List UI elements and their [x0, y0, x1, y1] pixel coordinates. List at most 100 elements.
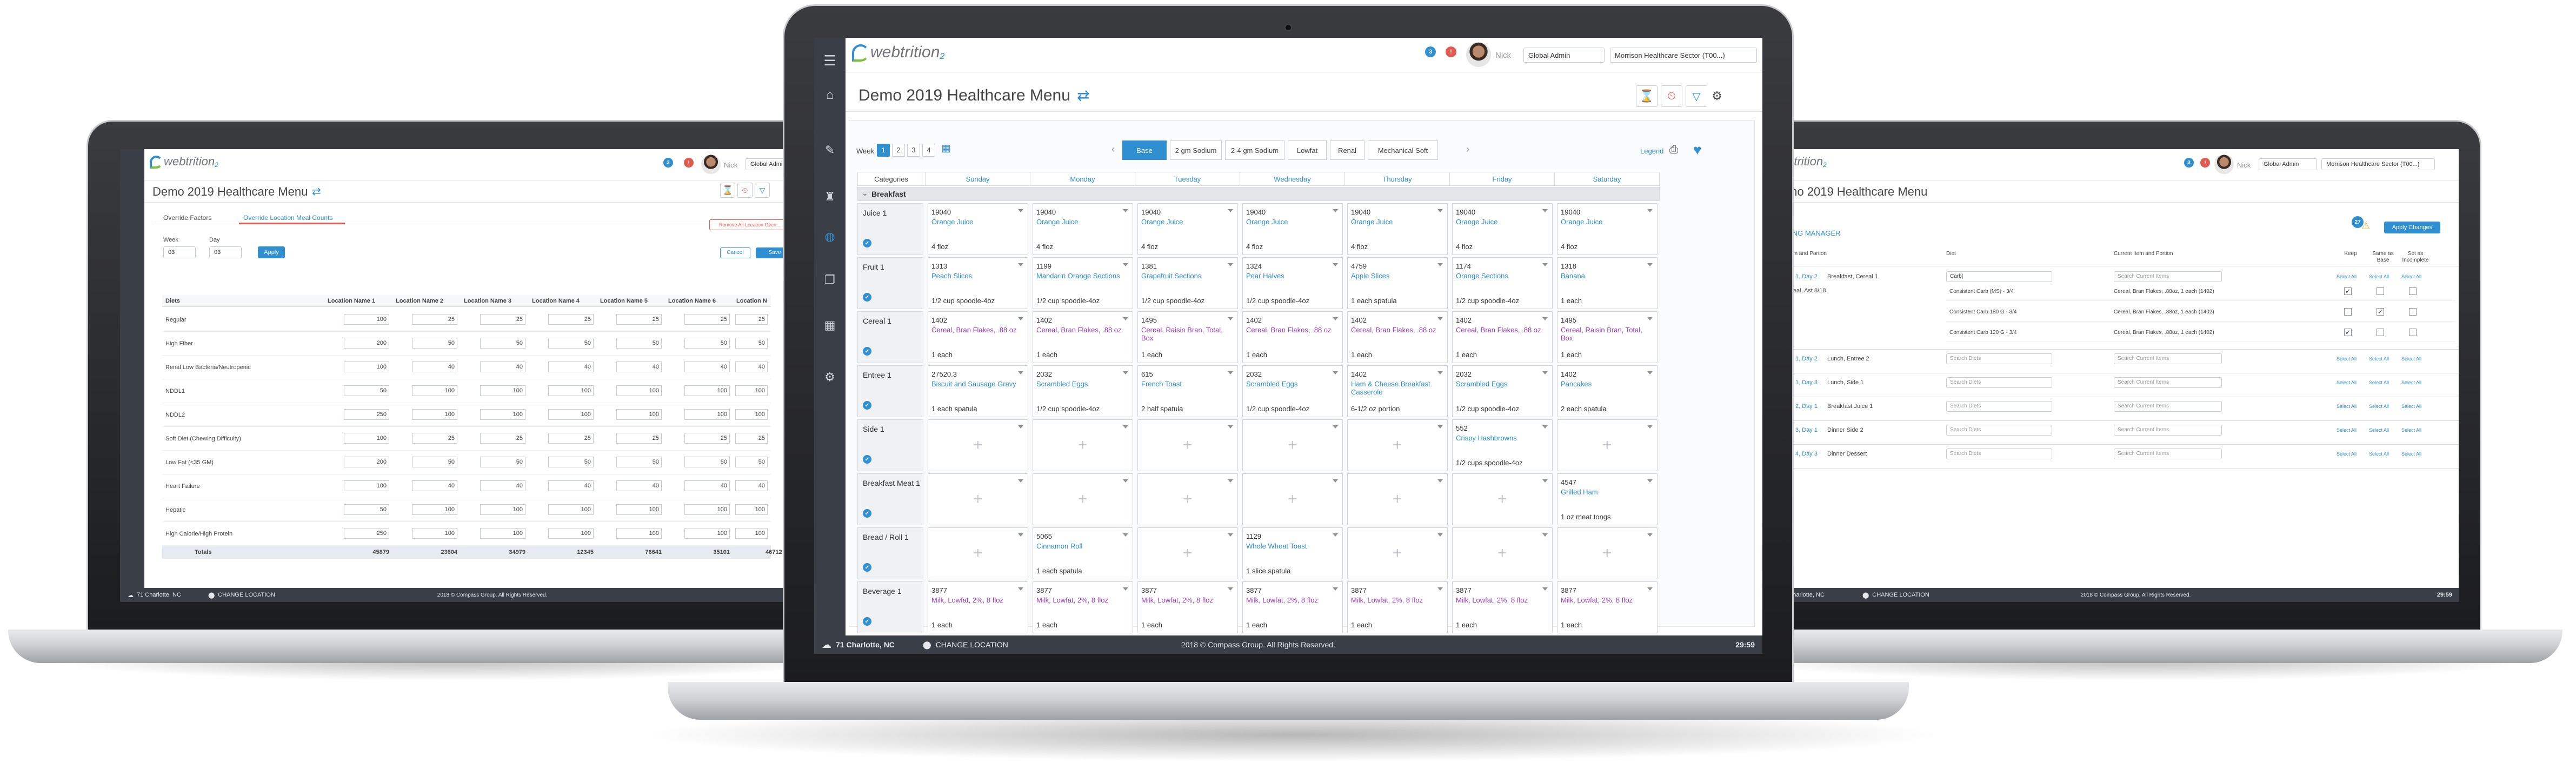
diet-tab-base[interactable]: Base [1122, 140, 1167, 160]
add-item-icon[interactable]: + [1497, 544, 1507, 563]
item-name-link[interactable]: Milk, Lowfat, 2%, 8 floz [1456, 596, 1543, 612]
meal-count-input[interactable]: 100 [684, 385, 730, 396]
category-check-icon[interactable]: ✓ [863, 293, 871, 302]
current-item-search-input[interactable]: Search Current Items [2114, 425, 2222, 436]
meal-count-input[interactable]: 40 [412, 480, 457, 491]
cell-dropdown-icon[interactable] [1123, 371, 1128, 374]
add-item-icon[interactable]: + [1393, 544, 1402, 563]
print-icon[interactable]: ⎙ [1669, 144, 1678, 156]
diet-tab-2-gm-sodium[interactable]: 2 gm Sodium [1170, 140, 1222, 160]
cell-dropdown-icon[interactable] [1437, 209, 1443, 212]
meal-count-input[interactable]: 100 [735, 528, 768, 539]
hourglass-icon[interactable]: ⌛ [1636, 85, 1658, 107]
diet-tab-mechanical-soft[interactable]: Mechanical Soft [1368, 140, 1438, 160]
category-check-icon[interactable]: ✓ [863, 617, 871, 626]
meal-count-input[interactable]: 100 [684, 409, 730, 420]
column-header-thursday[interactable]: Thursday [1345, 172, 1450, 186]
meal-count-input[interactable]: 100 [616, 385, 662, 396]
cell-dropdown-icon[interactable] [1647, 209, 1653, 212]
chevron-down-icon[interactable]: ⌄ [862, 189, 868, 198]
meal-count-input[interactable]: 50 [735, 457, 768, 467]
right-avatar[interactable] [2214, 155, 2234, 174]
item-name-link[interactable]: Milk, Lowfat, 2%, 8 floz [931, 596, 1019, 612]
cell-dropdown-icon[interactable] [1123, 317, 1128, 320]
pending-checkbox[interactable]: ✓ [2344, 329, 2352, 336]
tabs-prev-icon[interactable]: ‹ [1111, 144, 1115, 155]
empty-menu-cell[interactable]: + [1347, 419, 1448, 471]
current-item-search-input[interactable]: Search Current Items [2114, 377, 2222, 388]
diet-search-input[interactable]: Search Diets [1946, 401, 2052, 412]
cell-dropdown-icon[interactable] [1123, 425, 1128, 429]
right-sector-select[interactable]: Morrison Healthcare Sector (T00...) [2321, 158, 2435, 170]
change-location-link[interactable]: CHANGE LOCATION [1872, 592, 1929, 598]
cell-dropdown-icon[interactable] [1123, 263, 1128, 266]
current-item-search-input[interactable]: Search Current Items [2114, 353, 2222, 364]
meal-count-input[interactable]: 25 [480, 433, 525, 444]
item-name-link[interactable]: Orange Sections [1456, 272, 1543, 288]
change-location-link[interactable]: CHANGE LOCATION [218, 592, 275, 598]
item-name-link[interactable]: Milk, Lowfat, 2%, 8 floz [1561, 596, 1648, 612]
column-header-tuesday[interactable]: Tuesday [1135, 172, 1240, 186]
cell-dropdown-icon[interactable] [1123, 209, 1128, 212]
meal-count-input[interactable]: 40 [412, 362, 457, 372]
category-check-icon[interactable]: ✓ [863, 239, 871, 247]
left-shuffle-icon[interactable]: ⇄ [312, 185, 321, 198]
select-all-link[interactable]: Select All [2337, 356, 2357, 362]
item-name-link[interactable]: Cereal, Bran Flakes, .88 oz [1351, 326, 1439, 342]
meal-count-input[interactable]: 40 [548, 362, 594, 372]
right-notification-badge[interactable]: 3 [2184, 158, 2194, 168]
menu-item-cell[interactable]: 2032 Scrambled Eggs 1/2 cup spoodle-4oz [1452, 365, 1553, 417]
notification-badge[interactable]: 3 [1425, 46, 1436, 57]
menu-item-cell[interactable]: 3877 Milk, Lowfat, 2%, 8 floz 1 each [1452, 581, 1553, 633]
meal-count-input[interactable]: 100 [412, 528, 457, 539]
menu-item-cell[interactable]: 5065 Cinnamon Roll 1 each spatula [1033, 527, 1133, 579]
week-select[interactable]: 03 [163, 246, 196, 258]
menu-item-cell[interactable]: 3877 Milk, Lowfat, 2%, 8 floz 1 each [1033, 581, 1133, 633]
cancel-button[interactable]: Cancel [720, 247, 750, 258]
select-all-link[interactable]: Select All [2369, 356, 2389, 362]
cell-dropdown-icon[interactable] [1542, 587, 1548, 591]
cell-dropdown-icon[interactable] [1228, 425, 1233, 429]
grid-icon[interactable]: ▦ [814, 316, 846, 335]
meal-count-input[interactable]: 100 [480, 504, 525, 515]
item-name-link[interactable]: Cinnamon Roll [1036, 542, 1124, 558]
meal-count-input[interactable]: 50 [548, 457, 594, 467]
meal-count-input[interactable]: 25 [684, 433, 730, 444]
meal-count-input[interactable]: 50 [480, 457, 525, 467]
add-item-icon[interactable]: + [1497, 490, 1507, 508]
menu-item-cell[interactable]: 1313 Peach Slices 1/2 cup spoodle-4oz [928, 257, 1028, 309]
add-item-icon[interactable]: + [1288, 436, 1297, 454]
select-all-link[interactable]: Select All [2401, 356, 2421, 362]
item-name-link[interactable]: Scrambled Eggs [1036, 380, 1124, 396]
right-alert-icon[interactable]: ! [2200, 158, 2210, 168]
empty-menu-cell[interactable]: + [1557, 419, 1658, 471]
apply-button[interactable]: Apply [258, 246, 285, 258]
menu-item-cell[interactable]: 3877 Milk, Lowfat, 2%, 8 floz 1 each [1242, 581, 1343, 633]
diet-tab-lowfat[interactable]: Lowfat [1288, 140, 1327, 160]
column-header-sunday[interactable]: Sunday [926, 172, 1030, 186]
item-name-link[interactable]: Cereal, Bran Flakes, .88 oz [1456, 326, 1543, 342]
empty-menu-cell[interactable]: + [1137, 473, 1238, 525]
empty-menu-cell[interactable]: + [928, 473, 1028, 525]
empty-menu-cell[interactable]: + [1347, 473, 1448, 525]
menu-item-cell[interactable]: 2032 Scrambled Eggs 1/2 cup spoodle-4oz [1033, 365, 1133, 417]
cell-dropdown-icon[interactable] [1647, 587, 1653, 591]
add-item-icon[interactable]: + [973, 544, 983, 563]
meal-count-input[interactable]: 250 [344, 528, 389, 539]
meal-count-input[interactable]: 25 [735, 433, 768, 444]
meal-count-input[interactable]: 25 [616, 314, 662, 325]
empty-menu-cell[interactable]: + [1242, 473, 1343, 525]
meal-count-input[interactable]: 40 [735, 362, 768, 372]
item-name-link[interactable]: Mandarin Orange Sections [1036, 272, 1124, 288]
left-hourglass-icon[interactable]: ⌛ [720, 183, 735, 198]
globe-icon[interactable]: ◍ [814, 227, 846, 246]
select-all-link[interactable]: Select All [2369, 427, 2389, 433]
menu-item-cell[interactable]: 19040 Orange Juice 4 floz [1347, 203, 1448, 255]
add-item-icon[interactable]: + [1393, 436, 1402, 454]
select-all-link[interactable]: Select All [2401, 427, 2421, 433]
cell-dropdown-icon[interactable] [1542, 479, 1548, 483]
cell-dropdown-icon[interactable] [1018, 587, 1023, 591]
menu-item-cell[interactable]: 1174 Orange Sections 1/2 cup spoodle-4oz [1452, 257, 1553, 309]
role-select[interactable]: Global Admin [1523, 48, 1605, 63]
cell-dropdown-icon[interactable] [1437, 587, 1443, 591]
